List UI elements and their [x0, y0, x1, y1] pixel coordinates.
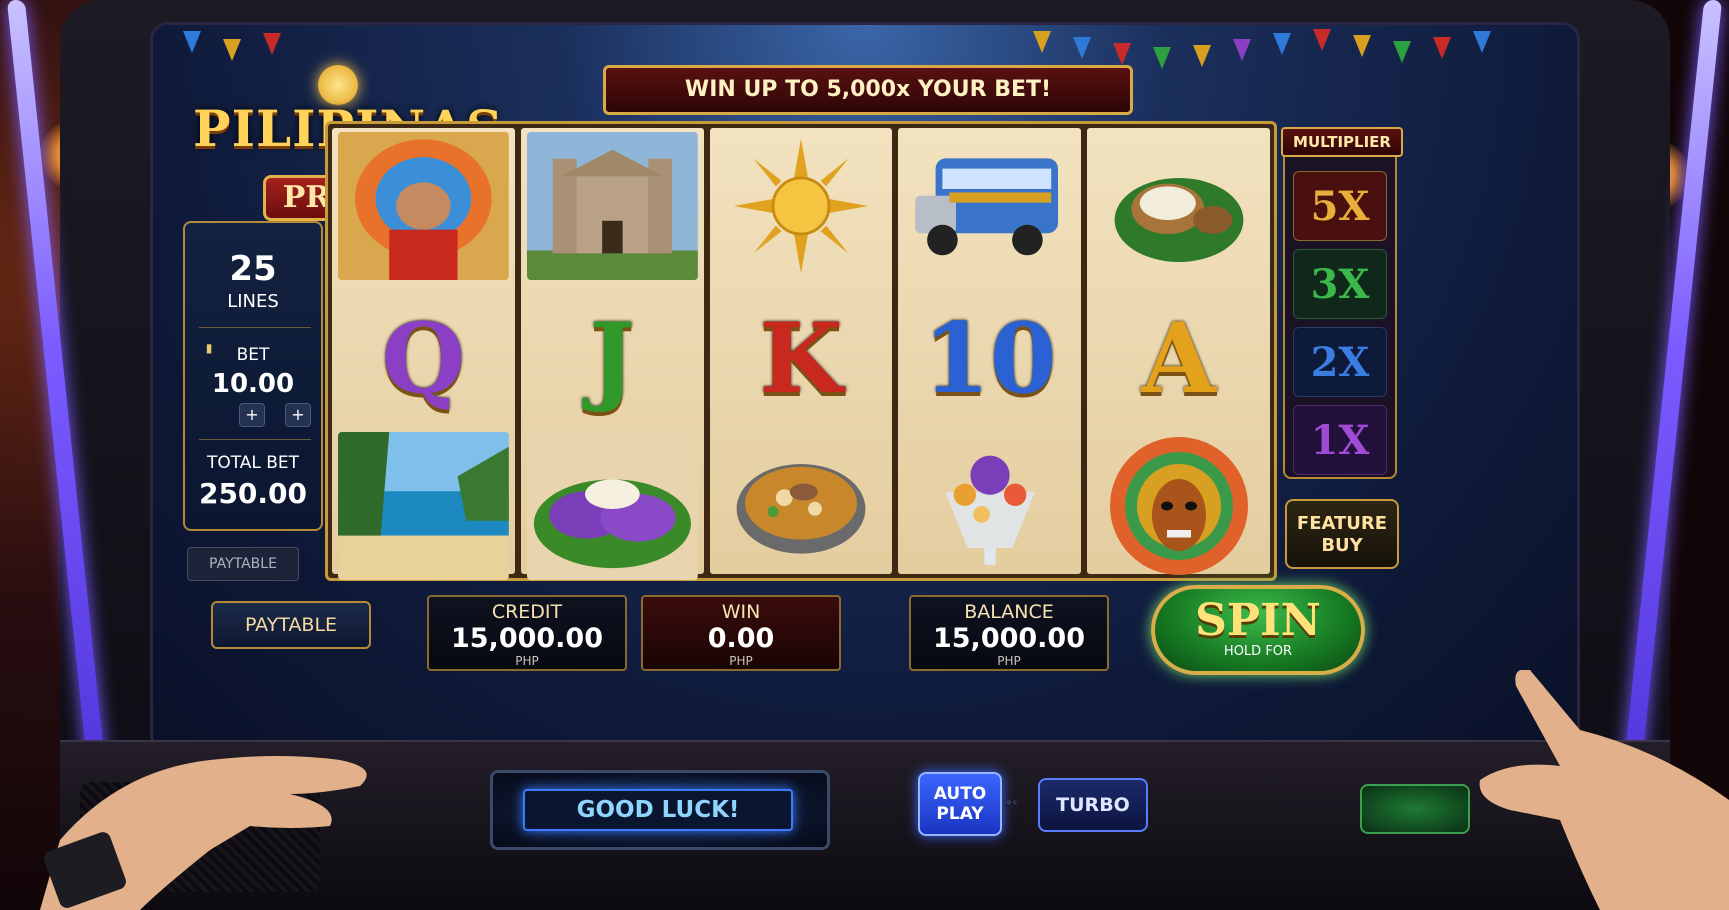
dancer-icon: [338, 132, 509, 280]
lines-increase-button[interactable]: +: [285, 403, 311, 427]
beach-icon: [338, 432, 509, 580]
sun-icon: [716, 132, 887, 280]
bibingka-icon: [1093, 132, 1264, 280]
turbo-button[interactable]: TURBO: [1038, 778, 1148, 832]
reel-3: K: [709, 128, 893, 574]
win-value: 0.00: [707, 623, 775, 654]
feature-buy-line2: BUY: [1321, 535, 1363, 556]
reel-letter-j: J: [589, 301, 635, 415]
spin-button[interactable]: SPIN HOLD FOR: [1151, 585, 1365, 675]
feature-buy-button[interactable]: FEATURE BUY: [1285, 499, 1399, 569]
balance-currency: PHP: [997, 654, 1021, 668]
jeepney-icon: [904, 132, 1075, 280]
autoplay-button[interactable]: AUTO PLAY: [918, 772, 1002, 836]
ube-cake-icon: [526, 432, 698, 580]
credit-currency: PHP: [515, 654, 539, 668]
reel-letter-10: 10: [922, 301, 1057, 415]
bet-value: 10.00: [211, 369, 295, 399]
reel-2: J: [520, 128, 704, 580]
bet-panel: 25 LINES ▮ BET 10.00 + + TOTAL BET 250.0…: [183, 221, 323, 531]
casino-scene: PILIPINAS PRIDE WIN UP TO 5,000x YOUR BE…: [0, 0, 1729, 910]
halo-halo-icon: [904, 432, 1075, 580]
max-win-banner: WIN UP TO 5,000x YOUR BET!: [603, 65, 1133, 115]
reel-letter-a: A: [1141, 301, 1216, 415]
paytable-ghost-label: PAYTABLE: [187, 547, 299, 581]
credit-label: CREDIT: [491, 601, 563, 623]
credit-value: 15,000.00: [450, 623, 604, 654]
total-bet-value: 250.00: [198, 477, 308, 510]
festival-mask-icon: [1093, 432, 1264, 580]
spin-label: SPIN: [1195, 595, 1321, 646]
reel-letter-q: Q: [381, 301, 466, 415]
multiplier-2x: 2X: [1293, 327, 1387, 397]
reel-grid: Q J K 10 A: [325, 121, 1277, 581]
multiplier-1x: 1X: [1293, 405, 1387, 475]
multiplier-panel: MULTIPLIER 5X 3X 2X 1X: [1281, 127, 1403, 479]
right-hand: [1479, 670, 1729, 910]
autoplay-line1: AUTO: [933, 784, 987, 804]
divider: [199, 439, 311, 440]
multiplier-title: MULTIPLIER: [1281, 127, 1403, 157]
feature-buy-line1: FEATURE: [1296, 513, 1388, 534]
soup-bowl-icon: [716, 432, 887, 580]
message-text: GOOD LUCK!: [523, 789, 793, 831]
balance-meter: BALANCE 15,000.00 PHP: [909, 595, 1109, 671]
reel-5: A: [1087, 128, 1270, 575]
left-hand: [40, 756, 367, 910]
autoplay-line2: PLAY: [936, 804, 984, 824]
message-display: GOOD LUCK!: [490, 770, 830, 850]
balance-label: BALANCE: [964, 601, 1054, 623]
total-bet-label: TOTAL BET: [206, 453, 300, 473]
game-screen: PILIPINAS PRIDE WIN UP TO 5,000x YOUR BE…: [150, 22, 1580, 752]
divider: [199, 327, 311, 328]
bet-label: BET: [236, 345, 270, 365]
reel-4: 10: [898, 128, 1082, 574]
win-meter: WIN 0.00 PHP: [641, 595, 841, 671]
paytable-button[interactable]: PAYTABLE: [211, 601, 371, 649]
church-icon: [526, 132, 698, 280]
spin-sublabel: HOLD FOR: [1223, 644, 1293, 659]
reel-1: Q: [332, 128, 515, 580]
lines-value: 25: [229, 249, 277, 289]
multiplier-3x: 3X: [1293, 249, 1387, 319]
reel-letter-k: K: [759, 301, 843, 415]
bet-increase-button[interactable]: +: [239, 403, 265, 427]
multiplier-5x: 5X: [1293, 171, 1387, 241]
balance-value: 15,000.00: [932, 623, 1086, 654]
lines-label: LINES: [227, 291, 279, 312]
win-label: WIN: [721, 601, 761, 623]
win-currency: PHP: [729, 654, 753, 668]
indicator-light: ◦◦: [1006, 798, 1018, 809]
credit-meter: CREDIT 15,000.00 PHP: [427, 595, 627, 671]
